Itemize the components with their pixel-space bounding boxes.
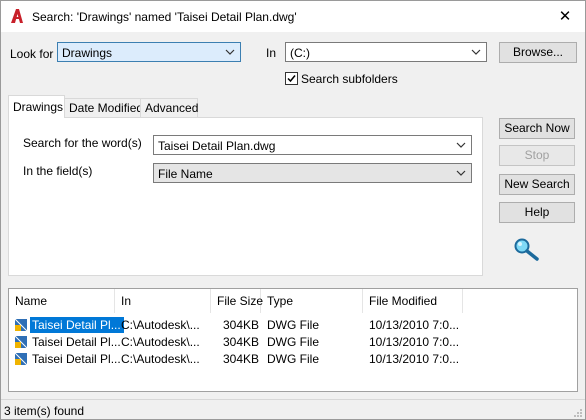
dwg-file-icon (14, 318, 28, 332)
row-size: 304KB (223, 352, 259, 366)
resize-grip-icon[interactable] (573, 408, 583, 418)
close-icon[interactable]: ✕ (545, 1, 585, 32)
checkmark-icon (287, 75, 296, 83)
row-type: DWG File (267, 335, 319, 349)
chevron-down-icon (456, 142, 466, 148)
table-row[interactable]: Taisei Detail Pl... C:\Autodesk\... 304K… (9, 334, 577, 350)
row-modified: 10/13/2010 7:0... (369, 352, 459, 366)
tab-date-modified[interactable]: Date Modified (64, 98, 143, 118)
search-word-value: Taisei Detail Plan.dwg (158, 139, 276, 153)
field-value: File Name (158, 167, 213, 181)
status-text: 3 item(s) found (4, 404, 85, 418)
row-name: Taisei Detail Pl... (32, 352, 121, 366)
row-name: Taisei Detail Pl... (32, 318, 121, 332)
stop-button[interactable]: Stop (499, 145, 575, 166)
row-modified: 10/13/2010 7:0... (369, 318, 459, 332)
field-select[interactable]: File Name (153, 163, 472, 183)
search-now-button[interactable]: Search Now (499, 118, 575, 139)
row-size: 304KB (223, 318, 259, 332)
look-for-label: Look for (10, 47, 53, 61)
look-for-label-text: Look for (10, 47, 54, 61)
search-subfolders-checkbox[interactable] (285, 72, 298, 85)
help-button[interactable]: Help (499, 202, 575, 223)
field-label: In the field(s) (23, 164, 93, 178)
dwg-file-icon (14, 335, 28, 349)
search-subfolders-label: Search subfolders (301, 72, 398, 86)
search-word-combo[interactable]: Taisei Detail Plan.dwg (153, 135, 472, 155)
column-header-file-modified[interactable]: File Modified (363, 289, 463, 313)
dwg-file-icon (14, 352, 28, 366)
row-name: Taisei Detail Pl... (32, 335, 121, 349)
magnifier-icon (514, 238, 539, 261)
chevron-down-icon (225, 49, 235, 55)
column-header-name[interactable]: Name (9, 289, 115, 313)
row-modified: 10/13/2010 7:0... (369, 335, 459, 349)
chevron-down-icon (456, 170, 466, 176)
results-list[interactable]: Name In File Size Type File Modified Tai… (8, 288, 578, 392)
row-size: 304KB (223, 335, 259, 349)
in-select[interactable]: (C:) (285, 42, 487, 62)
row-type: DWG File (267, 352, 319, 366)
look-for-select[interactable]: Drawings (57, 42, 241, 62)
column-header-file-size[interactable]: File Size (211, 289, 263, 313)
tab-advanced[interactable]: Advanced (140, 98, 198, 118)
search-word-label: Search for the word(s) (23, 136, 142, 150)
browse-button[interactable]: Browse... (499, 42, 577, 63)
row-in: C:\Autodesk\... (121, 318, 200, 332)
row-in: C:\Autodesk\... (121, 352, 200, 366)
tab-drawings[interactable]: Drawings (8, 95, 65, 118)
table-row[interactable]: Taisei Detail Pl... C:\Autodesk\... 304K… (9, 317, 577, 333)
title-bar: Search: 'Drawings' named 'Taisei Detail … (1, 1, 585, 32)
search-dialog: Search: 'Drawings' named 'Taisei Detail … (0, 0, 586, 420)
status-bar: 3 item(s) found (1, 399, 585, 420)
row-in: C:\Autodesk\... (121, 335, 200, 349)
autocad-app-icon (11, 9, 23, 23)
chevron-down-icon (471, 49, 481, 55)
in-value: (C:) (290, 46, 310, 60)
column-header-in[interactable]: In (115, 289, 211, 313)
window-title: Search: 'Drawings' named 'Taisei Detail … (32, 10, 297, 24)
column-header-type[interactable]: Type (261, 289, 363, 313)
row-type: DWG File (267, 318, 319, 332)
drawings-tab-panel: Search for the word(s) Taisei Detail Pla… (8, 117, 483, 276)
table-row[interactable]: Taisei Detail Pl... C:\Autodesk\... 304K… (9, 351, 577, 367)
new-search-button[interactable]: New Search (499, 174, 575, 195)
in-label: In (266, 46, 277, 60)
look-for-value: Drawings (62, 46, 113, 60)
